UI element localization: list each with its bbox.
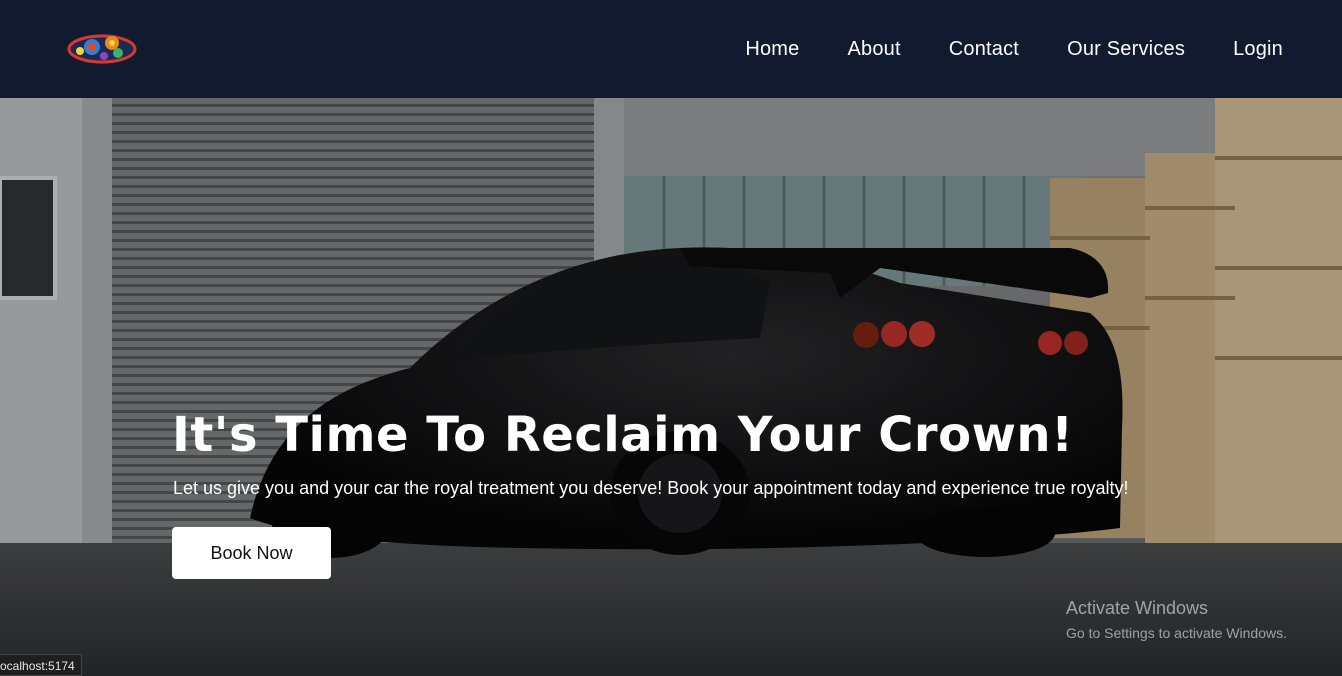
- hero-title: It's Time To Reclaim Your Crown!: [172, 407, 1074, 463]
- status-bar-url: ocalhost:5174: [0, 654, 82, 676]
- nav-links: Home About Contact Our Services Login: [745, 38, 1283, 61]
- activate-windows-watermark: Activate Windows Go to Settings to activ…: [1066, 598, 1287, 641]
- book-now-button[interactable]: Book Now: [172, 527, 331, 579]
- logo[interactable]: [66, 31, 138, 67]
- hero-overlay: [0, 98, 1342, 676]
- nav-link-home[interactable]: Home: [745, 38, 799, 61]
- nav-link-about[interactable]: About: [847, 38, 900, 61]
- nav-link-login[interactable]: Login: [1233, 38, 1283, 61]
- activate-windows-title: Activate Windows: [1066, 598, 1209, 618]
- activate-windows-subtitle: Go to Settings to activate Windows.: [1066, 625, 1287, 641]
- hero-subtitle: Let us give you and your car the royal t…: [173, 478, 1129, 498]
- navbar: Home About Contact Our Services Login: [0, 0, 1342, 98]
- nav-link-contact[interactable]: Contact: [949, 38, 1019, 61]
- nav-link-our-services[interactable]: Our Services: [1067, 38, 1185, 61]
- hero-section: It's Time To Reclaim Your Crown! Let us …: [0, 98, 1342, 676]
